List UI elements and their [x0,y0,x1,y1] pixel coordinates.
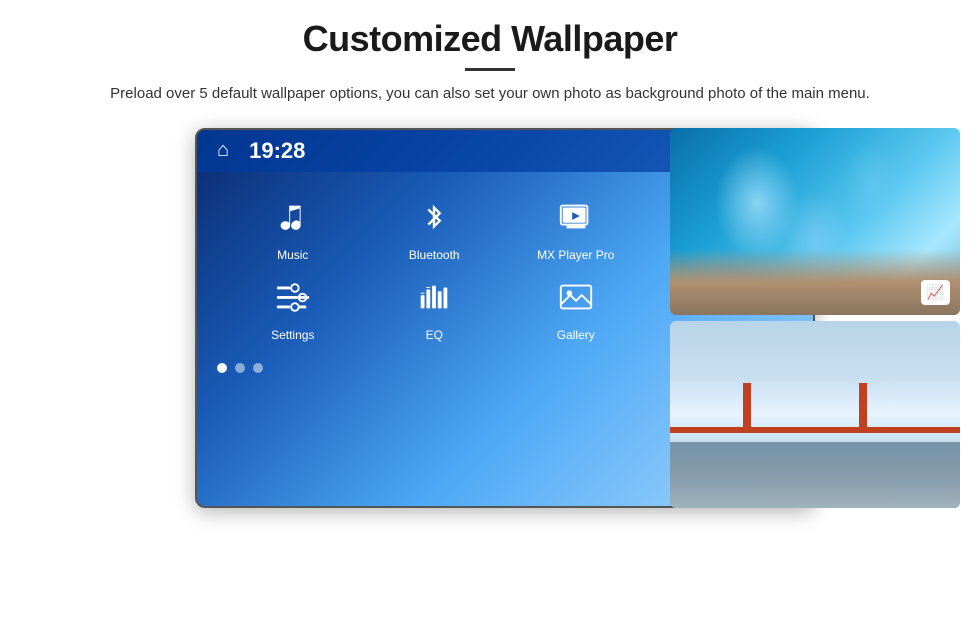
bluetooth-label: Bluetooth [409,248,460,262]
mxplayer-label: MX Player Pro [537,248,614,262]
page-title: Customized Wallpaper [60,18,920,60]
page-description: Preload over 5 default wallpaper options… [60,83,920,106]
bluetooth-icon [409,192,459,242]
app-eq[interactable]: EQ [369,272,501,342]
app-mxplayer[interactable]: MX Player Pro [510,192,642,262]
title-divider [465,68,515,71]
app-music[interactable]: Music [227,192,359,262]
trend-badge: 📈 [921,280,950,305]
app-settings[interactable]: Settings [227,272,359,342]
ice-cave-image: 📈 [670,128,960,315]
dot-3[interactable] [253,363,263,373]
music-icon [268,192,318,242]
home-icon[interactable]: ⌂ [217,139,229,162]
content-area: ⌂ 19:28 ↩ Music Blue [0,128,980,508]
dot-1[interactable] [217,363,227,373]
bridge-tower2 [859,383,867,433]
settings-icon [268,272,318,322]
ice-cave-inner [670,128,960,315]
bridge-tower1 [743,383,751,433]
settings-label: Settings [271,328,314,342]
bridge-image [670,321,960,508]
gallery-label: Gallery [557,328,595,342]
time-display: 19:28 [249,138,305,164]
rocks-ground [670,249,960,314]
page-header: Customized Wallpaper Preload over 5 defa… [0,0,980,118]
page-dots [217,363,263,373]
music-label: Music [277,248,308,262]
bridge-fog [670,433,960,508]
app-bluetooth[interactable]: Bluetooth [369,192,501,262]
side-images-panel: 📈 [670,128,960,508]
video-icon [551,192,601,242]
gallery-icon [551,272,601,322]
eq-label: EQ [426,328,443,342]
app-gallery[interactable]: Gallery [510,272,642,342]
eq-icon [409,272,459,322]
dot-2[interactable] [235,363,245,373]
